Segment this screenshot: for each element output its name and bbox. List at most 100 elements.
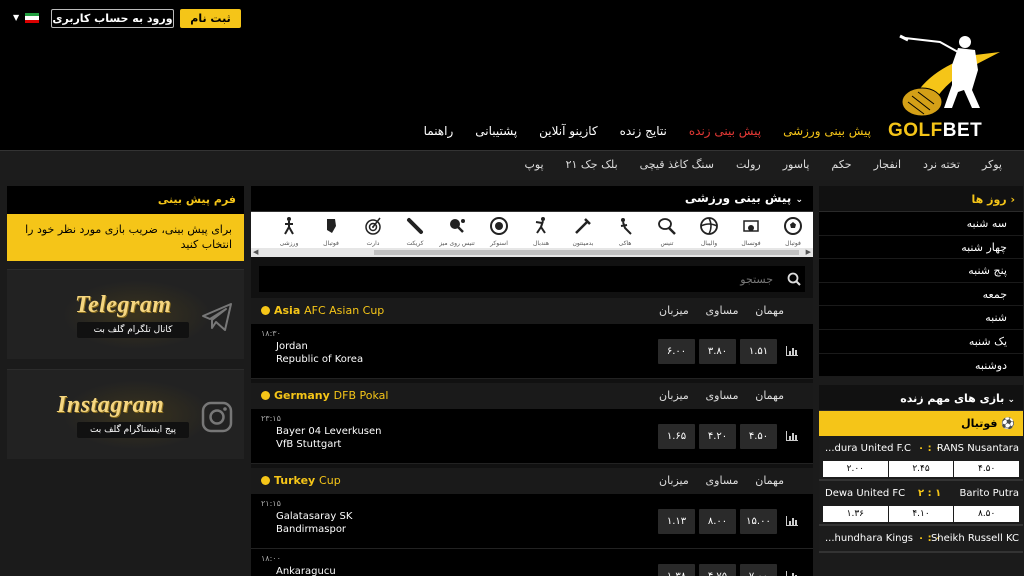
subnav-item-crash[interactable]: انفجار — [874, 158, 901, 171]
sport-table-tennis[interactable]: تنیس روی میز — [437, 216, 477, 247]
scroll-right-arrow-icon[interactable]: ▶ — [806, 248, 811, 256]
sport-soccer[interactable]: فوتبال — [773, 216, 813, 247]
live-odd-button[interactable]: ۲.۴۵ — [888, 461, 954, 478]
login-button[interactable]: ورود به حساب کاربری — [51, 9, 174, 28]
sport-darts[interactable]: دارت — [353, 216, 393, 247]
live-odd-button[interactable]: ۴.۵۰ — [954, 461, 1020, 478]
day-item[interactable]: پنج شنبه — [819, 259, 1023, 283]
sport-american-football[interactable]: فوتبال — [311, 216, 351, 247]
day-item[interactable]: جمعه — [819, 283, 1023, 307]
col-draw-label: مساوی — [705, 474, 739, 487]
stats-icon[interactable] — [786, 431, 798, 441]
games-subnav: پوکر تخته نرد انفجار حکم پاسور رولت سنگ … — [0, 150, 1024, 180]
subnav-item-pop[interactable]: پوپ — [525, 158, 544, 171]
odd-button[interactable]: ۴.۲۰ — [699, 424, 736, 449]
live-team-b: Sheikh Russell KC — [930, 533, 1019, 545]
register-button[interactable]: ثبت نام — [180, 9, 241, 28]
live-odd-button[interactable]: ۲.۰۰ — [823, 461, 888, 478]
league-header: Asia AFC Asian Cup مهمان مساوی میزبان — [251, 298, 813, 324]
live-match-card[interactable]: ...dura United F.C ۰ : ۰ RANS Nusantara … — [819, 436, 1023, 482]
odd-button[interactable]: ۱.۶۵ — [658, 424, 695, 449]
golfbet-logo-text[interactable]: GOLFBET — [888, 120, 982, 142]
day-item[interactable]: یک شنبه — [819, 330, 1023, 354]
subnav-item-blackjack[interactable]: بلک جک ۲۱ — [566, 158, 618, 171]
odd-button[interactable]: ۱.۱۳ — [658, 509, 695, 534]
live-odd-button[interactable]: ۱.۳۶ — [823, 506, 888, 523]
telegram-banner-subtitle: کانال تلگرام گلف بت — [77, 322, 189, 338]
sport-badminton[interactable]: بدمینتون — [563, 216, 603, 247]
sport-handball[interactable]: هندبال — [521, 216, 561, 247]
language-flag-icon[interactable] — [25, 13, 39, 23]
nav-item-live-betting[interactable]: پیش بینی زنده — [689, 124, 761, 138]
subnav-item-rock-paper-scissors[interactable]: سنگ کاغذ قیچی — [640, 158, 714, 171]
subnav-item-roulette[interactable]: رولت — [736, 158, 761, 171]
sports-strip-scrollbar[interactable]: ◀ ▶ — [251, 248, 813, 257]
live-team-b: RANS Nusantara — [936, 443, 1019, 455]
football-category-header[interactable]: ⚽ فوتبال — [819, 411, 1023, 437]
sport-tennis[interactable]: تنیس — [647, 216, 687, 247]
day-item[interactable]: چهار شنبه — [819, 236, 1023, 260]
subnav-item-backgammon[interactable]: تخته نرد — [923, 158, 960, 171]
odd-button[interactable]: ۴.۷۵ — [699, 564, 736, 576]
language-dropdown-caret-icon[interactable]: ▼ — [13, 13, 19, 22]
odd-button[interactable]: ۶.۰۰ — [658, 339, 695, 364]
sport-hockey[interactable]: هاکی — [605, 216, 645, 247]
live-match-card[interactable]: ...hundhara Kings ۰ : ۰ Sheikh Russell K… — [819, 526, 1023, 554]
odd-button[interactable]: ۱۵.۰۰ — [740, 509, 777, 534]
telegram-banner[interactable]: Telegram کانال تلگرام گلف بت — [7, 269, 244, 359]
day-item[interactable]: سه شنبه — [819, 212, 1023, 236]
odd-button[interactable]: ۸.۰۰ — [699, 509, 736, 534]
match-time: ۲۳:۱۵ — [261, 414, 281, 423]
match-row: ۲۳:۱۵ Bayer 04 Leverkusen VfB Stuttgart … — [251, 409, 813, 464]
league-header: Germany DFB Pokal مهمان مساوی میزبان — [251, 383, 813, 409]
day-item[interactable]: شنبه — [819, 306, 1023, 330]
nav-item-online-casino[interactable]: کازینو آنلاین — [539, 124, 597, 138]
instagram-banner[interactable]: Instagram پیج اینستاگرام گلف بت — [7, 369, 244, 459]
bet-form-title: فرم پیش بینی — [7, 186, 244, 214]
live-odd-button[interactable]: ۸.۵۰ — [954, 506, 1020, 523]
nav-item-live-results[interactable]: نتایج زنده — [620, 124, 667, 138]
stats-icon[interactable] — [786, 571, 798, 576]
important-live-matches: ⌄ بازی های مهم زنده ⚽ فوتبال ...dura Uni… — [819, 385, 1023, 554]
odd-button[interactable]: ۷.۰۰ — [740, 564, 777, 576]
soccer-ball-icon: ⚽ — [997, 417, 1015, 431]
live-team-a: ...dura United F.C — [825, 443, 911, 455]
odd-button[interactable]: ۱.۵۱ — [740, 339, 777, 364]
sport-cricket[interactable]: کریکت — [395, 216, 435, 247]
telegram-icon — [202, 303, 232, 331]
badminton-icon — [575, 218, 591, 234]
subnav-item-pasur[interactable]: پاسور — [783, 158, 810, 171]
match-time: ۱۸:۰۰ — [261, 554, 281, 563]
stats-icon[interactable] — [786, 516, 798, 526]
bet-form-message: برای پیش بینی، ضریب بازی مورد نظر خود را… — [7, 214, 244, 261]
live-match-card[interactable]: Dewa United FC ۲ : ۱ Barito Putra ۱.۳۶ ۴… — [819, 481, 1023, 527]
instagram-icon — [201, 401, 233, 433]
nav-item-help[interactable]: راهنما — [424, 124, 454, 138]
sport-volleyball[interactable]: والیبال — [689, 216, 729, 247]
nav-item-support[interactable]: پشتیبانی — [475, 124, 517, 138]
subnav-item-hokm[interactable]: حکم — [831, 158, 851, 171]
odd-button[interactable]: ۴.۵۰ — [740, 424, 777, 449]
col-draw-label: مساوی — [705, 304, 739, 317]
live-score: ۲ : ۱ — [918, 488, 942, 500]
scroll-left-arrow-icon[interactable]: ◀ — [253, 248, 258, 256]
live-odd-button[interactable]: ۴.۱۰ — [888, 506, 954, 523]
col-home-label: میزبان — [659, 474, 689, 487]
odd-button[interactable]: ۱.۳۸ — [658, 564, 695, 576]
search-icon[interactable] — [787, 272, 801, 286]
day-item[interactable]: دوشنبه — [819, 354, 1023, 378]
sport-snooker[interactable]: اسنوکر — [479, 216, 519, 247]
subnav-item-poker[interactable]: پوکر — [982, 158, 1002, 171]
page: ▼ ورود به حساب کاربری ثبت نام GOLFBET پی… — [0, 0, 1024, 576]
odd-button[interactable]: ۳.۸۰ — [699, 339, 736, 364]
stats-icon[interactable] — [786, 346, 798, 356]
nav-item-sports-betting[interactable]: پیش بینی ورزشی — [783, 124, 871, 138]
sport-athletics[interactable]: ورزشی — [269, 216, 309, 247]
scrollbar-thumb[interactable] — [374, 250, 799, 255]
main-nav: پیش بینی ورزشی پیش بینی زنده نتایج زنده … — [424, 124, 871, 138]
search-input[interactable] — [259, 266, 779, 292]
col-away-label: مهمان — [755, 389, 784, 402]
sport-futsal[interactable]: فوتسال — [731, 216, 771, 247]
live-team-a: ...hundhara Kings — [825, 533, 914, 545]
telegram-banner-title: Telegram — [75, 292, 172, 318]
